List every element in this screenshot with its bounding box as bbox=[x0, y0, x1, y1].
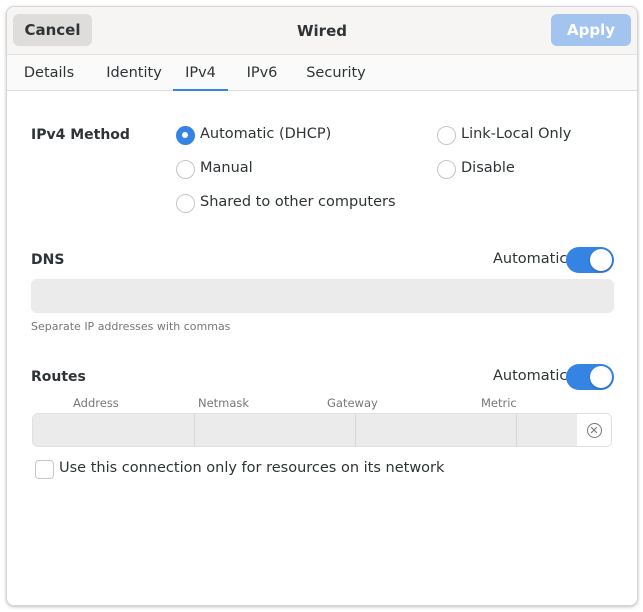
radio-disable-label[interactable]: Disable bbox=[461, 160, 515, 176]
routes-automatic-label: Automatic bbox=[493, 368, 568, 384]
only-resources-label[interactable]: Use this connection only for resources o… bbox=[59, 460, 444, 476]
routes-label: Routes bbox=[31, 369, 86, 385]
tab-security[interactable]: Security bbox=[299, 55, 373, 91]
column-metric: Metric bbox=[481, 396, 517, 410]
connection-dialog: Cancel Wired Apply Details Identity IPv4… bbox=[6, 6, 638, 606]
tab-ipv4[interactable]: IPv4 bbox=[173, 55, 228, 92]
tab-ipv6[interactable]: IPv6 bbox=[235, 55, 289, 91]
remove-route-button[interactable]: ✕ bbox=[577, 414, 611, 446]
ipv4-method-label: IPv4 Method bbox=[31, 127, 130, 143]
radio-link-local-only[interactable] bbox=[437, 126, 456, 145]
dns-hint: Separate IP addresses with commas bbox=[31, 320, 231, 333]
dns-input[interactable] bbox=[31, 279, 614, 313]
radio-automatic-dhcp-label[interactable]: Automatic (DHCP) bbox=[200, 126, 331, 142]
radio-automatic-dhcp[interactable] bbox=[176, 126, 195, 145]
radio-manual-label[interactable]: Manual bbox=[200, 160, 253, 176]
apply-button[interactable]: Apply bbox=[551, 14, 631, 46]
column-netmask: Netmask bbox=[198, 396, 250, 410]
column-gateway: Gateway bbox=[327, 396, 378, 410]
close-icon: ✕ bbox=[586, 422, 602, 438]
routes-automatic-switch[interactable] bbox=[566, 364, 614, 390]
cancel-button[interactable]: Cancel bbox=[13, 14, 92, 46]
ipv4-page: IPv4 Method Automatic (DHCP) Link-Local … bbox=[7, 91, 637, 605]
tab-bar: Details Identity IPv4 IPv6 Security bbox=[7, 54, 637, 92]
radio-shared-label[interactable]: Shared to other computers bbox=[200, 194, 396, 210]
route-row: ✕ bbox=[32, 413, 612, 447]
route-metric-input[interactable] bbox=[517, 414, 578, 446]
route-address-input[interactable] bbox=[33, 414, 194, 446]
tab-details[interactable]: Details bbox=[15, 55, 83, 91]
dns-automatic-switch[interactable] bbox=[566, 247, 614, 273]
route-gateway-input[interactable] bbox=[356, 414, 516, 446]
dns-automatic-label: Automatic bbox=[493, 251, 568, 267]
radio-manual[interactable] bbox=[176, 160, 195, 179]
radio-link-local-only-label[interactable]: Link-Local Only bbox=[461, 126, 571, 142]
only-resources-checkbox[interactable] bbox=[35, 460, 54, 479]
dialog-title: Wired bbox=[297, 21, 347, 40]
column-address: Address bbox=[73, 396, 119, 410]
tab-identity[interactable]: Identity bbox=[95, 55, 173, 91]
header-bar: Cancel Wired Apply bbox=[7, 7, 637, 54]
dns-label: DNS bbox=[31, 252, 65, 268]
route-netmask-input[interactable] bbox=[195, 414, 355, 446]
radio-shared[interactable] bbox=[176, 194, 195, 213]
radio-disable[interactable] bbox=[437, 160, 456, 179]
